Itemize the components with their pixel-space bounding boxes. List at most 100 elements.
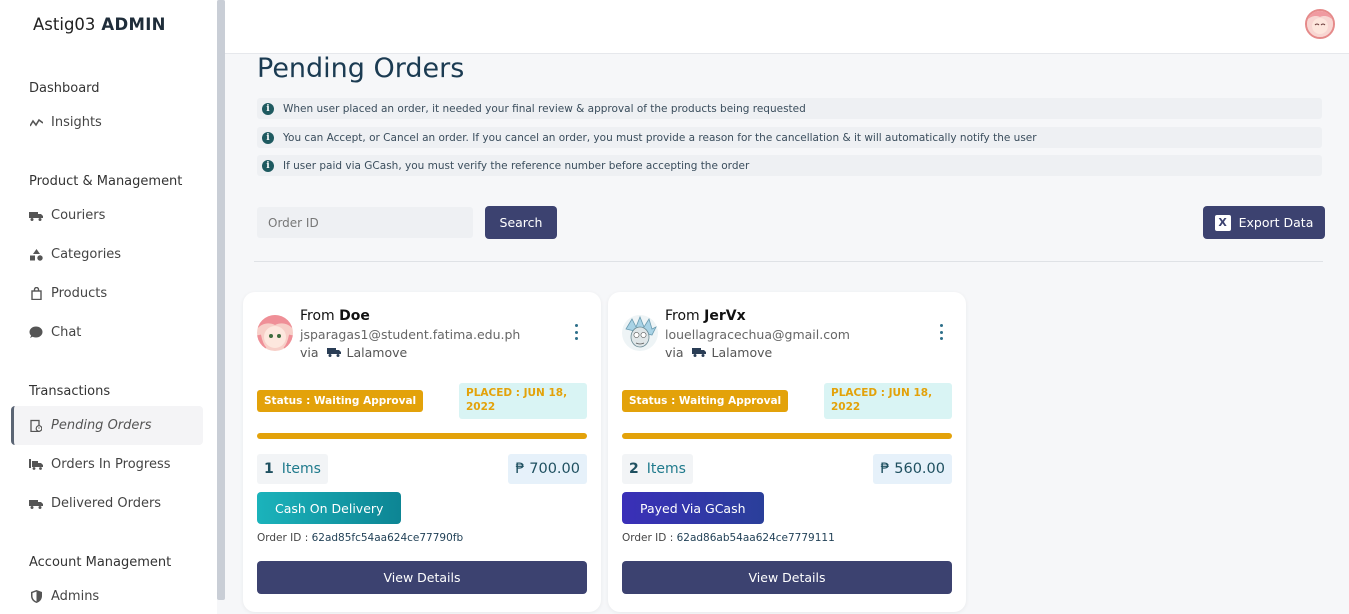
truck-icon (29, 497, 43, 511)
sidebar-item-label: Insights (51, 115, 102, 130)
order-from: From Doe (300, 308, 370, 324)
info-icon: i (262, 131, 274, 144)
order-id-label: Order ID : (257, 532, 309, 544)
sidebar-item-label: Pending Orders (51, 418, 152, 433)
sidebar-item-products[interactable]: Products (29, 286, 107, 301)
topbar (225, 0, 1349, 54)
payment-method-button[interactable]: Cash On Delivery (257, 492, 402, 524)
from-label: From (665, 308, 700, 324)
notice-text: You can Accept, or Cancel an order. If y… (283, 131, 1037, 144)
customer-name: Doe (339, 308, 370, 324)
order-id: Order ID : 62ad86ab54aa624ce7779111 (622, 532, 835, 544)
items-label: Items (646, 461, 686, 477)
courier-info: via Lalamove (300, 345, 407, 360)
more-options-icon[interactable] (573, 324, 579, 340)
sidebar-item-chat[interactable]: Chat (29, 325, 81, 340)
customer-avatar (257, 315, 293, 351)
order-id-value: 62ad85fc54aa624ce77790fb (311, 532, 464, 544)
customer-name: JerVx (704, 308, 746, 324)
sidebar-item-label: Products (51, 286, 108, 301)
order-card: From JerVx louellagracechua@gmail.com vi… (608, 292, 966, 612)
status-badge: Status : Waiting Approval (622, 390, 789, 412)
sidebar-item-pending-orders[interactable]: Pending Orders (11, 406, 203, 445)
order-from: From JerVx (665, 308, 746, 324)
sidebar-item-label: Couriers (51, 208, 106, 223)
notice-approval: i When user placed an order, it needed y… (257, 98, 1322, 119)
from-label: From (300, 308, 335, 324)
sidebar-item-label: Admins (51, 589, 100, 604)
export-label: Export Data (1238, 215, 1314, 230)
status-progress-bar (622, 433, 952, 439)
notice-text: When user placed an order, it needed you… (283, 102, 806, 115)
truck-icon (691, 345, 706, 360)
order-price: ₱ 700.00 (508, 454, 587, 484)
items-count: 2 Items (622, 454, 693, 484)
courier-name: Lalamove (711, 345, 773, 360)
customer-email: jsparagas1@student.fatima.edu.ph (300, 327, 521, 342)
info-icon: i (262, 159, 274, 172)
view-details-button[interactable]: View Details (622, 561, 952, 594)
notice-gcash: i If user paid via GCash, you must verif… (257, 155, 1322, 176)
customer-email: louellagracechua@gmail.com (665, 327, 850, 342)
items-number: 1 (264, 461, 274, 477)
sidebar-item-admins[interactable]: Admins (29, 589, 99, 604)
clipboard-clock-icon (29, 419, 43, 433)
sidebar-item-orders-in-progress[interactable]: Orders In Progress (29, 457, 171, 472)
sidebar-item-label: Categories (51, 247, 122, 262)
section-transactions: Transactions (29, 384, 111, 399)
order-id: Order ID : 62ad85fc54aa624ce77790fb (257, 532, 463, 544)
export-data-button[interactable]: X Export Data (1203, 206, 1325, 239)
status-progress-bar (257, 433, 587, 439)
view-details-button[interactable]: View Details (257, 561, 587, 594)
section-account-management: Account Management (29, 555, 172, 570)
via-label: via (665, 345, 684, 360)
truck-icon (326, 345, 341, 360)
search-button[interactable]: Search (485, 206, 557, 239)
chart-line-icon (29, 116, 43, 130)
placed-date-badge: PLACED : JUN 18, 2022 (824, 383, 952, 419)
sidebar-item-label: Delivered Orders (51, 496, 162, 511)
shopping-bag-icon (29, 287, 43, 301)
page-title: Pending Orders (257, 53, 465, 84)
shapes-icon (29, 248, 43, 262)
placed-date-badge: PLACED : JUN 18, 2022 (459, 383, 587, 419)
truck-loading-icon (29, 458, 43, 472)
truck-icon (29, 209, 43, 223)
items-count: 1 Items (257, 454, 328, 484)
notice-cancel: i You can Accept, or Cancel an order. If… (257, 127, 1322, 148)
sidebar-item-delivered-orders[interactable]: Delivered Orders (29, 496, 161, 511)
shield-icon (29, 590, 43, 604)
sidebar-item-insights[interactable]: Insights (29, 115, 102, 130)
sidebar: Astig03 ADMIN Dashboard Insights Product … (0, 0, 217, 614)
brand-logo[interactable]: Astig03 ADMIN (33, 15, 166, 34)
brand-name: Astig03 (33, 15, 96, 34)
info-icon: i (262, 102, 274, 115)
courier-name: Lalamove (346, 345, 408, 360)
order-id-search-input[interactable] (257, 207, 473, 238)
section-product-management: Product & Management (29, 174, 183, 189)
sidebar-item-categories[interactable]: Categories (29, 247, 121, 262)
customer-avatar (622, 315, 658, 351)
payment-method-button[interactable]: Payed Via GCash (622, 492, 764, 524)
excel-icon: X (1214, 214, 1231, 231)
notice-text: If user paid via GCash, you must verify … (283, 159, 750, 172)
order-card: From Doe jsparagas1@student.fatima.edu.p… (243, 292, 601, 612)
order-price: ₱ 560.00 (873, 454, 952, 484)
order-id-value: 62ad86ab54aa624ce7779111 (676, 532, 835, 544)
order-id-label: Order ID : (622, 532, 674, 544)
sidebar-item-label: Orders In Progress (51, 457, 171, 472)
sidebar-item-couriers[interactable]: Couriers (29, 208, 105, 223)
items-label: Items (281, 461, 321, 477)
divider (254, 261, 1323, 262)
sidebar-item-label: Chat (51, 325, 82, 340)
sidebar-scrollbar[interactable] (217, 0, 225, 600)
courier-info: via Lalamove (665, 345, 772, 360)
status-badge: Status : Waiting Approval (257, 390, 424, 412)
via-label: via (300, 345, 319, 360)
more-options-icon[interactable] (938, 324, 944, 340)
brand-suffix: ADMIN (101, 15, 166, 34)
section-dashboard: Dashboard (29, 81, 100, 96)
chat-bubble-icon (29, 326, 43, 340)
items-number: 2 (629, 461, 639, 477)
user-avatar[interactable] (1305, 9, 1335, 39)
